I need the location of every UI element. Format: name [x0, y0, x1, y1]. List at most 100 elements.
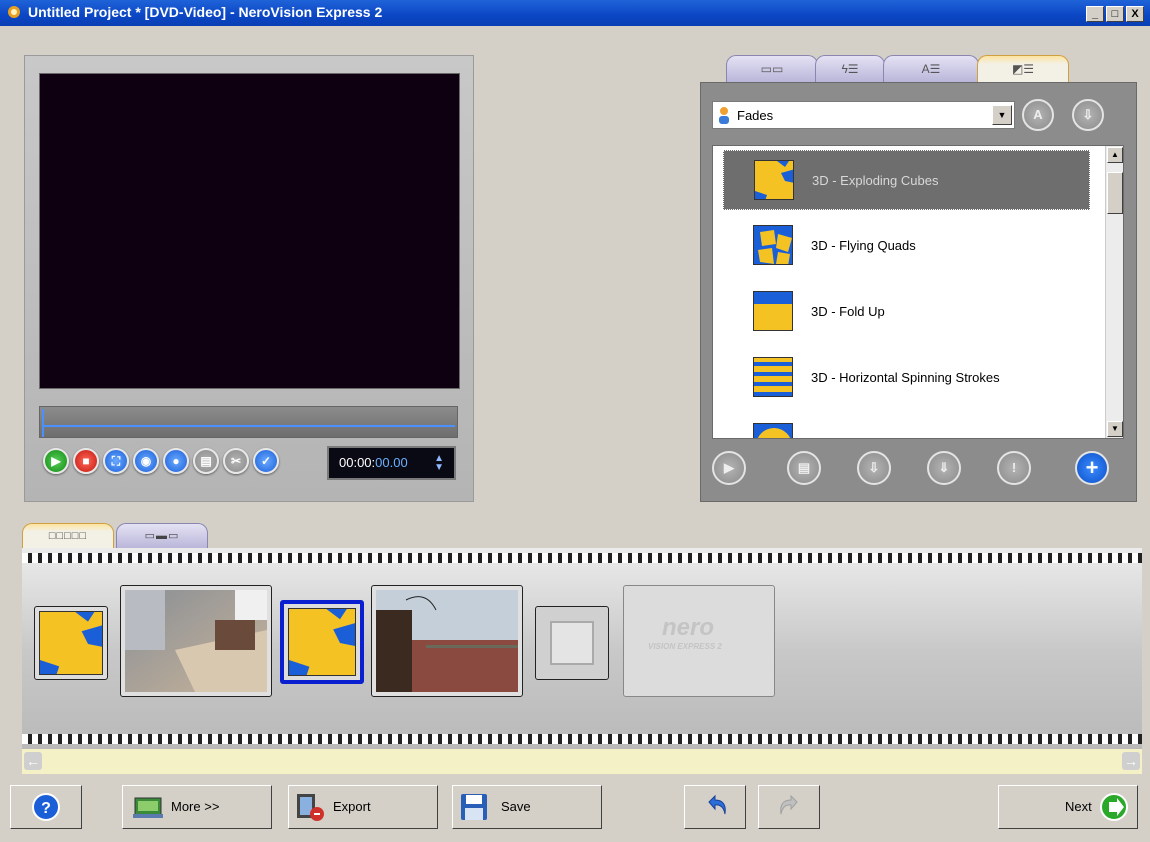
fullscreen-icon: ⛶	[111, 454, 121, 468]
redo-button[interactable]	[758, 785, 820, 829]
arrow-right-icon	[1100, 793, 1128, 821]
text-icon: A	[1033, 107, 1043, 122]
maximize-button[interactable]: □	[1106, 6, 1124, 22]
transition-thumbnail	[288, 608, 356, 676]
exclamation-icon: !	[1011, 460, 1017, 475]
dropdown-arrow-icon[interactable]: ▼	[992, 105, 1012, 125]
storyboard-scrollbar[interactable]: ← →	[22, 749, 1142, 774]
scroll-thumb[interactable]	[1107, 172, 1123, 214]
apply-button[interactable]: ✓	[253, 448, 279, 474]
undo-button[interactable]	[684, 785, 746, 829]
tab-timeline[interactable]: ▭▬▭	[116, 523, 208, 549]
transition-slot[interactable]	[34, 606, 108, 680]
scroll-right-icon[interactable]: →	[1122, 752, 1140, 770]
scissors-icon: ✂	[230, 454, 242, 468]
effects-scrollbar[interactable]: ▲ ▼	[1105, 146, 1123, 438]
scroll-down-icon[interactable]: ▼	[1107, 421, 1123, 437]
export-button[interactable]: Export	[288, 785, 438, 829]
info-button[interactable]: !	[997, 451, 1031, 485]
effects-list: 3D - Exploding Cubes 3D - Flying Quads 3…	[712, 145, 1124, 439]
text-icon: A☰	[921, 62, 941, 76]
move-down-button-3[interactable]: ⇓	[927, 451, 961, 485]
timecode-frames: 00.00	[375, 455, 408, 470]
cut-button[interactable]: ✂	[223, 448, 249, 474]
list-item[interactable]: 3D - Exploding Cubes	[723, 150, 1090, 210]
microphone-icon: ●	[172, 454, 180, 468]
help-button[interactable]: ?	[10, 785, 82, 829]
arrow-down-icon: ⇓	[938, 460, 950, 475]
effect-label: 3D - Flying Quads	[811, 238, 916, 253]
storyboard-filmstrip: nero VISION EXPRESS 2	[22, 548, 1142, 756]
move-down-button-2[interactable]: ⇩	[857, 451, 891, 485]
app-icon	[8, 6, 20, 18]
effect-thumbnail	[753, 291, 793, 331]
tab-storyboard[interactable]: □□□□□	[22, 523, 114, 549]
transition-slot-selected[interactable]	[280, 600, 364, 684]
transitions-icon: ◩☰	[1011, 62, 1035, 76]
storyboard-icon: □□□□□	[48, 530, 88, 542]
window-controls: _ □ X	[1084, 4, 1144, 22]
list-item[interactable]: 3D - Horizontal Spinning Strokes	[723, 348, 1090, 408]
next-label: Next	[1065, 799, 1092, 814]
timecode-spinner-icon[interactable]: ▲ ▼	[434, 454, 444, 473]
clip-thumbnail	[376, 590, 518, 692]
video-preview	[39, 73, 460, 389]
save-button[interactable]: Save	[452, 785, 602, 829]
move-down-button[interactable]: ⇩	[1072, 99, 1104, 131]
list-item[interactable]	[723, 414, 1090, 438]
stop-button[interactable]: ■	[73, 448, 99, 474]
export-label: Export	[333, 799, 371, 814]
fullscreen-button[interactable]: ⛶	[103, 448, 129, 474]
person-icon	[719, 107, 729, 124]
add-effect-button[interactable]: +	[1075, 451, 1109, 485]
minimize-button[interactable]: _	[1086, 6, 1104, 22]
tab-transitions[interactable]: ◩☰	[977, 55, 1069, 83]
video-effect-button[interactable]: ▤	[787, 451, 821, 485]
snapshot-button[interactable]: ◉	[133, 448, 159, 474]
timecode-prefix: 00:00:	[339, 455, 376, 470]
move-down-icon: ⇩	[868, 460, 880, 475]
more-button[interactable]: More >>	[122, 785, 272, 829]
timeline-scrubber[interactable]	[39, 406, 458, 438]
effect-thumbnail	[754, 160, 794, 200]
record-button[interactable]: ●	[163, 448, 189, 474]
stop-icon: ■	[82, 454, 90, 468]
preview-effect-button[interactable]: ▶	[712, 451, 746, 485]
title-bar: Untitled Project * [DVD-Video] - NeroVis…	[0, 0, 1150, 26]
more-label: More >>	[171, 799, 220, 814]
check-icon: ✓	[260, 454, 272, 468]
scrubber-handle[interactable]	[42, 409, 44, 437]
effect-label: 3D - Horizontal Spinning Strokes	[811, 370, 1000, 385]
video-clip[interactable]	[371, 585, 523, 697]
filmstrip-button[interactable]: ▤	[193, 448, 219, 474]
filmstrip-icon: ▤	[797, 460, 811, 475]
effect-label: 3D - Exploding Cubes	[812, 173, 939, 188]
tab-effects[interactable]: ϟ☰	[815, 55, 885, 83]
play-button[interactable]: ▶	[43, 448, 69, 474]
play-search-icon: ▶	[724, 460, 734, 475]
play-icon: ▶	[51, 454, 61, 468]
lightning-icon: ϟ☰	[841, 62, 859, 76]
redo-icon	[780, 794, 798, 815]
empty-transition-icon	[550, 621, 594, 665]
text-effect-button[interactable]: A	[1022, 99, 1054, 131]
video-clip[interactable]	[120, 585, 272, 697]
list-item[interactable]: 3D - Flying Quads	[723, 216, 1090, 276]
effect-label: 3D - Fold Up	[811, 304, 885, 319]
next-button[interactable]: Next	[998, 785, 1138, 829]
close-button[interactable]: X	[1126, 6, 1144, 22]
nero-logo: nero	[662, 614, 715, 641]
list-item[interactable]: 3D - Fold Up	[723, 282, 1090, 342]
scrubber-track	[42, 425, 455, 427]
tab-video[interactable]: ▭▭	[726, 55, 818, 83]
scroll-up-icon[interactable]: ▲	[1107, 147, 1123, 163]
category-dropdown[interactable]: Fades ▼	[712, 101, 1015, 129]
scroll-left-icon[interactable]: ←	[24, 752, 42, 770]
empty-transition-slot[interactable]	[535, 606, 609, 680]
tab-text[interactable]: A☰	[883, 55, 979, 83]
effects-panel: Fades ▼ A ⇩ 3D - Exploding Cubes 3D - Fl…	[700, 82, 1137, 502]
nero-logo-clip[interactable]: nero VISION EXPRESS 2	[623, 585, 775, 697]
timecode-display[interactable]: 00:00:00.00 ▲ ▼	[327, 446, 456, 480]
plus-icon: +	[1085, 455, 1099, 480]
film-perforation-top	[22, 553, 1142, 563]
